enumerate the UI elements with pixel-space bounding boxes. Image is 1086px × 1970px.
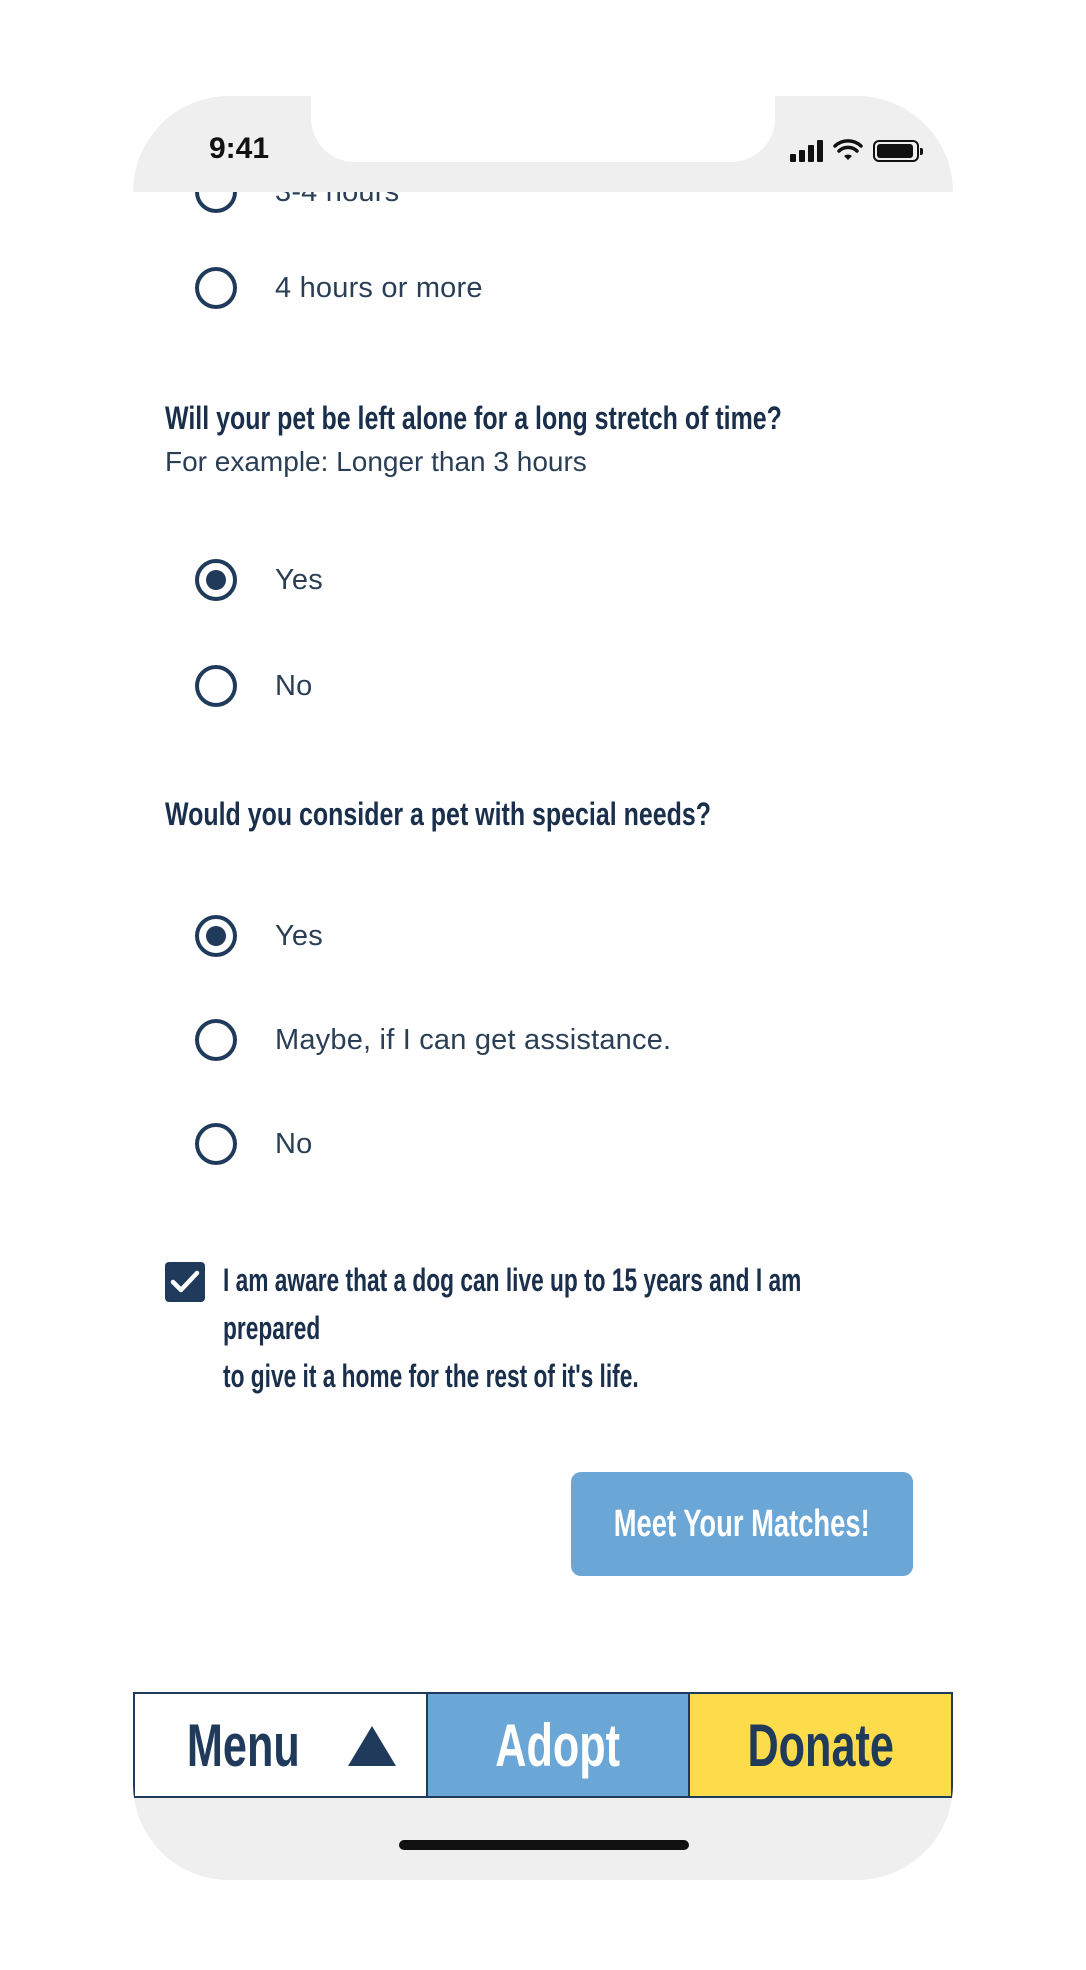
- checkmark-icon: [170, 1270, 200, 1293]
- agreement-line-1: I am aware that a dog can live up to 15 …: [223, 1262, 802, 1346]
- radio-button[interactable]: [195, 267, 237, 309]
- notch: [311, 96, 775, 162]
- status-bar: 9:41: [133, 96, 953, 192]
- radio-label: No: [275, 1127, 313, 1160]
- radio-button[interactable]: [195, 1019, 237, 1061]
- bottom-nav: Menu Adopt Donate: [133, 1692, 953, 1798]
- status-icons: [790, 132, 923, 162]
- radio-button-selected[interactable]: [195, 915, 237, 957]
- battery-icon: [873, 140, 923, 162]
- question-hint: For example: Longer than 3 hours: [165, 446, 587, 477]
- radio-option-yes[interactable]: Yes: [195, 556, 323, 604]
- question-left-alone: Will your pet be left alone for a long s…: [165, 400, 782, 436]
- nav-menu-label: Menu: [186, 1711, 300, 1779]
- meet-your-matches-label: Meet Your Matches!: [614, 1502, 870, 1545]
- nav-donate-label: Donate: [747, 1711, 894, 1779]
- radio-option-3-4-hours[interactable]: 3-4 hours: [195, 192, 399, 216]
- triangle-up-icon: [347, 1726, 396, 1766]
- agreement-checkbox[interactable]: [165, 1262, 205, 1302]
- home-indicator[interactable]: [399, 1840, 689, 1850]
- nav-donate-button[interactable]: Donate: [690, 1694, 953, 1796]
- nav-menu-button[interactable]: Menu: [133, 1694, 428, 1796]
- radio-option-yes[interactable]: Yes: [195, 912, 323, 960]
- radio-label: Yes: [275, 563, 323, 596]
- agreement-line-2: to give it a home for the rest of it's l…: [223, 1358, 639, 1394]
- agreement-text: I am aware that a dog can live up to 15 …: [223, 1256, 862, 1400]
- radio-button[interactable]: [195, 1123, 237, 1165]
- radio-label: 3-4 hours: [275, 192, 399, 209]
- radio-label: Maybe, if I can get assistance.: [275, 1023, 672, 1056]
- question-special-needs: Would you consider a pet with special ne…: [165, 796, 711, 832]
- radio-option-4-hours-or-more[interactable]: 4 hours or more: [195, 264, 483, 312]
- meet-your-matches-button[interactable]: Meet Your Matches!: [571, 1472, 913, 1576]
- form-content: 3-4 hours 4 hours or more Will your pet …: [133, 192, 953, 1692]
- radio-label: Yes: [275, 919, 323, 952]
- radio-option-no[interactable]: No: [195, 662, 312, 710]
- wifi-icon: [833, 139, 863, 160]
- radio-button-selected[interactable]: [195, 559, 237, 601]
- radio-option-no[interactable]: No: [195, 1120, 312, 1168]
- home-area: [133, 1798, 953, 1880]
- phone-screen: 9:41 3-4 hours 4 hours or more Will your…: [133, 96, 953, 1880]
- cellular-signal-icon: [790, 140, 823, 162]
- status-time: 9:41: [209, 132, 270, 165]
- radio-label: No: [275, 669, 313, 702]
- radio-button[interactable]: [195, 192, 237, 213]
- radio-option-maybe[interactable]: Maybe, if I can get assistance.: [195, 1016, 671, 1064]
- nav-adopt-label: Adopt: [495, 1711, 621, 1779]
- radio-button[interactable]: [195, 665, 237, 707]
- radio-label: 4 hours or more: [275, 271, 483, 304]
- nav-adopt-button[interactable]: Adopt: [427, 1694, 691, 1796]
